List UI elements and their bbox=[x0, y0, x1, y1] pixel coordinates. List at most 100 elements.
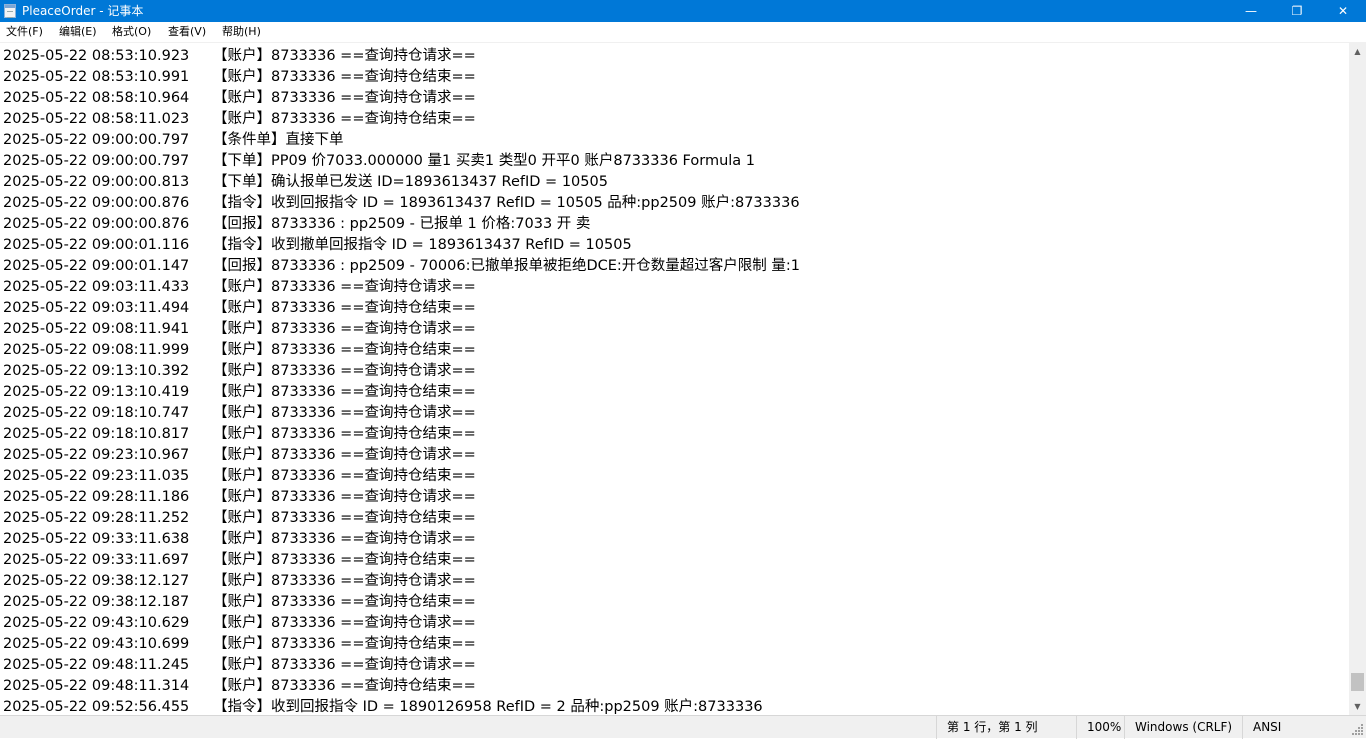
zoom-level: 100% bbox=[1076, 716, 1124, 739]
menu-format[interactable]: 格式(O) bbox=[112, 24, 151, 40]
line-timestamp: 2025-05-22 09:13:10.392 bbox=[3, 363, 190, 379]
resize-grip-icon[interactable] bbox=[1352, 722, 1364, 736]
text-line: 2025-05-22 09:38:12.127 【账户】8733336 ==查询持… bbox=[3, 571, 476, 592]
text-line: 2025-05-22 09:38:12.187 【账户】8733336 ==查询持… bbox=[3, 592, 476, 613]
text-line: 2025-05-22 08:53:10.991 【账户】8733336 ==查询持… bbox=[3, 67, 476, 88]
text-line: 2025-05-22 09:48:11.314 【账户】8733336 ==查询持… bbox=[3, 676, 476, 697]
line-timestamp: 2025-05-22 09:33:11.697 bbox=[3, 552, 190, 568]
line-timestamp: 2025-05-22 09:48:11.245 bbox=[3, 657, 190, 673]
scroll-down-arrow-icon[interactable]: ▼ bbox=[1349, 698, 1366, 715]
text-line: 2025-05-22 09:23:10.967 【账户】8733336 ==查询持… bbox=[3, 445, 476, 466]
title-bar[interactable]: PleaceOrder - 记事本 — ❐ ✕ bbox=[0, 0, 1366, 22]
menu-view[interactable]: 查看(V) bbox=[168, 24, 206, 40]
text-line: 2025-05-22 09:08:11.999 【账户】8733336 ==查询持… bbox=[3, 340, 476, 361]
text-line: 2025-05-22 09:43:10.699 【账户】8733336 ==查询持… bbox=[3, 634, 476, 655]
text-line: 2025-05-22 09:00:00.876 【指令】收到回报指令 ID = 1… bbox=[3, 193, 800, 214]
text-line: 2025-05-22 08:53:10.923 【账户】8733336 ==查询持… bbox=[3, 46, 476, 67]
close-icon: ✕ bbox=[1337, 4, 1349, 18]
menu-edit[interactable]: 编辑(E) bbox=[59, 24, 97, 40]
line-timestamp: 2025-05-22 08:53:10.923 bbox=[3, 48, 190, 64]
close-button[interactable]: ✕ bbox=[1320, 0, 1366, 22]
line-timestamp: 2025-05-22 09:28:11.186 bbox=[3, 489, 190, 505]
line-message: 【回报】8733336 : pp2509 - 已报单 1 价格:7033 开 卖 bbox=[213, 216, 591, 232]
line-message: 【账户】8733336 ==查询持仓请求== bbox=[213, 657, 476, 673]
line-timestamp: 2025-05-22 09:03:11.494 bbox=[3, 300, 190, 316]
menu-file[interactable]: 文件(F) bbox=[6, 24, 43, 40]
line-timestamp: 2025-05-22 09:43:10.629 bbox=[3, 615, 190, 631]
line-message: 【账户】8733336 ==查询持仓结束== bbox=[213, 69, 476, 85]
line-timestamp: 2025-05-22 09:13:10.419 bbox=[3, 384, 190, 400]
line-message: 【账户】8733336 ==查询持仓请求== bbox=[213, 321, 476, 337]
line-message: 【条件单】直接下单 bbox=[213, 132, 344, 148]
encoding: ANSI bbox=[1242, 716, 1350, 739]
line-timestamp: 2025-05-22 09:18:10.817 bbox=[3, 426, 190, 442]
vertical-scrollbar[interactable]: ▲ ▼ bbox=[1349, 43, 1366, 715]
line-timestamp: 2025-05-22 09:00:00.876 bbox=[3, 216, 190, 232]
line-message: 【账户】8733336 ==查询持仓请求== bbox=[213, 90, 476, 106]
scroll-up-arrow-icon[interactable]: ▲ bbox=[1349, 43, 1366, 60]
text-line: 2025-05-22 09:28:11.252 【账户】8733336 ==查询持… bbox=[3, 508, 476, 529]
line-timestamp: 2025-05-22 08:53:10.991 bbox=[3, 69, 190, 85]
line-timestamp: 2025-05-22 09:33:11.638 bbox=[3, 531, 190, 547]
text-line: 2025-05-22 09:52:56.455 【指令】收到回报指令 ID = 1… bbox=[3, 697, 763, 715]
line-message: 【账户】8733336 ==查询持仓结束== bbox=[213, 111, 476, 127]
maximize-button[interactable]: ❐ bbox=[1274, 0, 1320, 22]
text-line: 2025-05-22 09:00:00.876 【回报】8733336 : pp2… bbox=[3, 214, 590, 235]
line-timestamp: 2025-05-22 09:00:00.813 bbox=[3, 174, 190, 190]
line-timestamp: 2025-05-22 09:08:11.999 bbox=[3, 342, 190, 358]
text-line: 2025-05-22 09:00:00.813 【下单】确认报单已发送 ID=18… bbox=[3, 172, 608, 193]
line-message: 【指令】收到回报指令 ID = 1890126958 RefID = 2 品种:… bbox=[213, 699, 763, 715]
text-editor[interactable]: 2025-05-22 08:53:10.923 【账户】8733336 ==查询持… bbox=[0, 43, 1349, 715]
text-line: 2025-05-22 09:00:01.116 【指令】收到撤单回报指令 ID =… bbox=[3, 235, 632, 256]
window-title: PleaceOrder - 记事本 bbox=[22, 4, 144, 18]
line-message: 【指令】收到回报指令 ID = 1893613437 RefID = 10505… bbox=[213, 195, 800, 211]
line-message: 【下单】确认报单已发送 ID=1893613437 RefID = 10505 bbox=[213, 174, 608, 190]
line-message: 【账户】8733336 ==查询持仓请求== bbox=[213, 447, 476, 463]
line-timestamp: 2025-05-22 09:23:10.967 bbox=[3, 447, 190, 463]
restore-icon: ❐ bbox=[1291, 4, 1303, 18]
line-message: 【账户】8733336 ==查询持仓请求== bbox=[213, 48, 476, 64]
line-timestamp: 2025-05-22 09:08:11.941 bbox=[3, 321, 190, 337]
line-timestamp: 2025-05-22 09:18:10.747 bbox=[3, 405, 190, 421]
text-line: 2025-05-22 09:18:10.817 【账户】8733336 ==查询持… bbox=[3, 424, 476, 445]
line-message: 【账户】8733336 ==查询持仓结束== bbox=[213, 552, 476, 568]
line-timestamp: 2025-05-22 09:00:01.116 bbox=[3, 237, 190, 253]
menu-bar: 文件(F) 编辑(E) 格式(O) 查看(V) 帮助(H) bbox=[0, 22, 1366, 43]
text-line: 2025-05-22 09:28:11.186 【账户】8733336 ==查询持… bbox=[3, 487, 476, 508]
menu-help[interactable]: 帮助(H) bbox=[222, 24, 261, 40]
text-line: 2025-05-22 09:08:11.941 【账户】8733336 ==查询持… bbox=[3, 319, 476, 340]
line-message: 【账户】8733336 ==查询持仓请求== bbox=[213, 363, 476, 379]
text-line: 2025-05-22 09:33:11.697 【账户】8733336 ==查询持… bbox=[3, 550, 476, 571]
line-timestamp: 2025-05-22 08:58:10.964 bbox=[3, 90, 190, 106]
line-message: 【账户】8733336 ==查询持仓请求== bbox=[213, 531, 476, 547]
line-timestamp: 2025-05-22 09:48:11.314 bbox=[3, 678, 190, 694]
text-line: 2025-05-22 09:03:11.433 【账户】8733336 ==查询持… bbox=[3, 277, 476, 298]
line-timestamp: 2025-05-22 09:03:11.433 bbox=[3, 279, 190, 295]
line-message: 【账户】8733336 ==查询持仓结束== bbox=[213, 594, 476, 610]
line-message: 【回报】8733336 : pp2509 - 70006:已撤单报单被拒绝DCE… bbox=[213, 258, 801, 274]
line-ending: Windows (CRLF) bbox=[1124, 716, 1242, 739]
text-line: 2025-05-22 09:43:10.629 【账户】8733336 ==查询持… bbox=[3, 613, 476, 634]
cursor-position: 第 1 行，第 1 列 bbox=[936, 716, 1076, 739]
line-message: 【账户】8733336 ==查询持仓请求== bbox=[213, 405, 476, 421]
line-timestamp: 2025-05-22 09:00:00.797 bbox=[3, 132, 190, 148]
text-line: 2025-05-22 09:23:11.035 【账户】8733336 ==查询持… bbox=[3, 466, 476, 487]
notepad-icon bbox=[4, 4, 16, 18]
line-timestamp: 2025-05-22 09:43:10.699 bbox=[3, 636, 190, 652]
text-line: 2025-05-22 09:48:11.245 【账户】8733336 ==查询持… bbox=[3, 655, 476, 676]
text-line: 2025-05-22 09:18:10.747 【账户】8733336 ==查询持… bbox=[3, 403, 476, 424]
minimize-icon: — bbox=[1245, 4, 1257, 18]
line-message: 【账户】8733336 ==查询持仓结束== bbox=[213, 678, 476, 694]
line-message: 【账户】8733336 ==查询持仓请求== bbox=[213, 615, 476, 631]
line-message: 【账户】8733336 ==查询持仓结束== bbox=[213, 636, 476, 652]
minimize-button[interactable]: — bbox=[1228, 0, 1274, 22]
text-line: 2025-05-22 08:58:10.964 【账户】8733336 ==查询持… bbox=[3, 88, 476, 109]
text-line: 2025-05-22 09:03:11.494 【账户】8733336 ==查询持… bbox=[3, 298, 476, 319]
text-line: 2025-05-22 08:58:11.023 【账户】8733336 ==查询持… bbox=[3, 109, 476, 130]
line-message: 【账户】8733336 ==查询持仓结束== bbox=[213, 468, 476, 484]
line-timestamp: 2025-05-22 09:38:12.187 bbox=[3, 594, 190, 610]
scroll-thumb[interactable] bbox=[1351, 673, 1364, 691]
line-timestamp: 2025-05-22 09:00:01.147 bbox=[3, 258, 190, 274]
line-message: 【账户】8733336 ==查询持仓结束== bbox=[213, 342, 476, 358]
line-timestamp: 2025-05-22 09:28:11.252 bbox=[3, 510, 190, 526]
